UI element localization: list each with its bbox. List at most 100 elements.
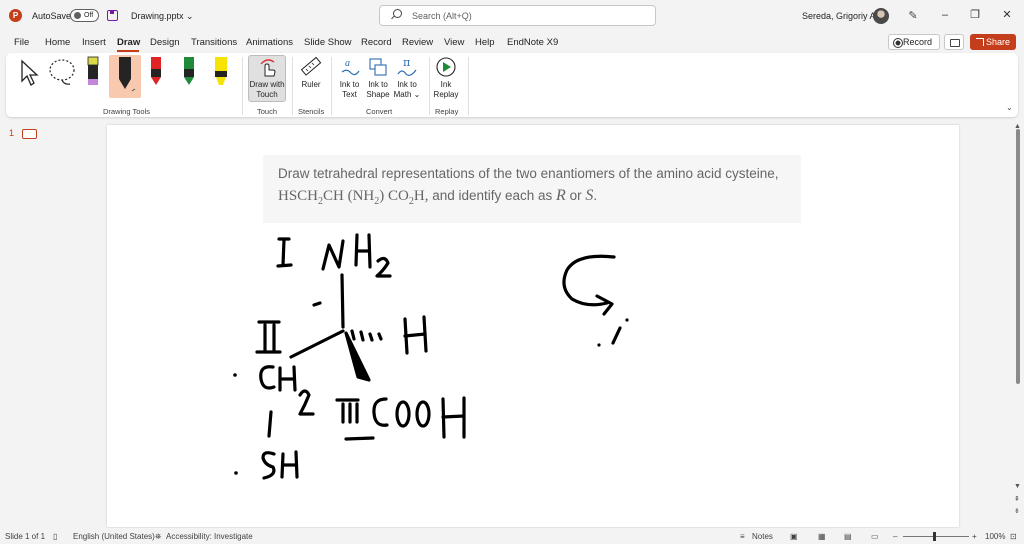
tab-slide-show[interactable]: Slide Show bbox=[304, 37, 352, 48]
ink-stroke bbox=[276, 263, 293, 268]
slide-thumbnail-number: 1 bbox=[9, 128, 15, 138]
collapse-ribbon-icon[interactable]: ⌄ bbox=[1006, 103, 1014, 112]
tab-insert[interactable]: Insert bbox=[82, 37, 106, 48]
powerpoint-logo-icon: P bbox=[9, 9, 22, 22]
normal-view-icon[interactable]: ▣ bbox=[790, 532, 798, 541]
ink-to-text-label: Ink to Text bbox=[336, 80, 363, 100]
tab-record[interactable]: Record bbox=[361, 37, 392, 48]
ink-stroke bbox=[441, 414, 466, 419]
label-line1: Ink to bbox=[397, 80, 417, 89]
tab-transitions[interactable]: Transitions bbox=[191, 37, 237, 48]
tab-help[interactable]: Help bbox=[475, 37, 495, 48]
draw-with-touch-label: Draw with Touch bbox=[247, 80, 287, 100]
ink-stroke bbox=[340, 273, 345, 329]
slide-canvas[interactable]: Draw tetrahedral representations of the … bbox=[107, 125, 959, 527]
user-name[interactable]: Sereda, Grigoriy A bbox=[802, 11, 876, 21]
ribbon-tabs: File Home Insert Draw Design Transitions… bbox=[0, 32, 1024, 52]
search-box[interactable]: Search (Alt+Q) bbox=[379, 5, 656, 26]
ink-dot bbox=[234, 471, 238, 475]
tab-design[interactable]: Design bbox=[150, 37, 180, 48]
minimize-button[interactable]: – bbox=[937, 7, 953, 23]
tab-draw[interactable]: Draw bbox=[117, 37, 140, 48]
svg-text:π: π bbox=[403, 56, 410, 69]
zoom-slider-thumb[interactable] bbox=[933, 532, 936, 541]
label-line2: Text bbox=[342, 90, 357, 99]
pen-green-icon[interactable] bbox=[181, 55, 197, 87]
spellcheck-icon[interactable]: ▯ bbox=[53, 532, 57, 541]
file-name: Drawing.pptx bbox=[131, 11, 184, 21]
notes-button[interactable]: Notes bbox=[752, 532, 773, 541]
scroll-down-icon[interactable]: ▼ bbox=[1014, 483, 1021, 490]
ink-stroke bbox=[298, 389, 315, 416]
highlighter-yellow-icon[interactable] bbox=[84, 55, 102, 89]
previous-slide-icon[interactable]: ⇞ bbox=[1014, 495, 1020, 503]
avatar[interactable] bbox=[873, 8, 889, 24]
reading-view-icon[interactable]: ▤ bbox=[844, 532, 852, 541]
next-slide-icon[interactable]: ⇟ bbox=[1014, 507, 1020, 515]
group-label-convert: Convert bbox=[366, 107, 393, 116]
ink-stroke bbox=[403, 332, 427, 338]
ink-stroke bbox=[395, 400, 411, 428]
tab-endnote[interactable]: EndNote X9 bbox=[507, 37, 558, 48]
zoom-out-button[interactable]: – bbox=[893, 532, 897, 541]
status-bar: Slide 1 of 1 ▯ English (United States) ⛯… bbox=[0, 528, 1024, 544]
slide-thumbnail[interactable] bbox=[22, 129, 37, 139]
label-line1: Ink to bbox=[368, 80, 388, 89]
tab-home[interactable]: Home bbox=[45, 37, 70, 48]
lasso-select-icon[interactable] bbox=[46, 57, 78, 87]
ink-stroke bbox=[321, 239, 345, 271]
vertical-scrollbar[interactable]: ▲ ▼ ⇞ ⇟ bbox=[1013, 123, 1022, 523]
pen-red-icon[interactable] bbox=[148, 55, 164, 87]
tab-view[interactable]: View bbox=[444, 37, 464, 48]
slide-sorter-icon[interactable]: ▦ bbox=[818, 532, 826, 541]
comments-button[interactable] bbox=[944, 34, 964, 50]
ink-replay-label: Ink Replay bbox=[431, 80, 461, 100]
close-button[interactable]: ✕ bbox=[999, 7, 1015, 23]
autosave-toggle[interactable]: Off bbox=[70, 9, 99, 22]
tab-review[interactable]: Review bbox=[402, 37, 433, 48]
record-button[interactable]: Record bbox=[888, 34, 940, 50]
fit-to-window-icon[interactable]: ⊡ bbox=[1010, 532, 1017, 541]
touch-hand-icon bbox=[260, 59, 276, 77]
ink-dots bbox=[233, 318, 629, 475]
share-button[interactable]: Share bbox=[970, 34, 1016, 50]
zoom-level[interactable]: 100% bbox=[985, 532, 1005, 541]
save-icon[interactable] bbox=[107, 10, 118, 21]
highlighter-yellow-2-icon[interactable] bbox=[212, 55, 230, 87]
ink-stroke bbox=[359, 330, 365, 342]
ink-to-text-icon[interactable]: a bbox=[339, 56, 361, 78]
ink-stroke bbox=[312, 301, 322, 307]
pen-black-icon[interactable] bbox=[114, 55, 136, 95]
ink-to-math-icon[interactable]: π bbox=[396, 56, 418, 78]
file-name-dropdown[interactable]: Drawing.pptx ⌄ bbox=[131, 11, 194, 22]
scrollbar-thumb[interactable] bbox=[1016, 129, 1020, 384]
share-label: Share bbox=[986, 37, 1011, 47]
ink-stroke bbox=[261, 451, 276, 480]
label-line2: Touch bbox=[256, 90, 278, 99]
group-label-stencils: Stencils bbox=[298, 107, 325, 116]
slide-counter: Slide 1 of 1 bbox=[5, 532, 46, 541]
ink-stroke bbox=[377, 332, 383, 341]
restore-button[interactable]: ❐ bbox=[967, 7, 983, 23]
label-line1: Ink bbox=[440, 80, 452, 89]
autosave-state: Off bbox=[84, 12, 94, 19]
group-label-drawing-tools: Drawing Tools bbox=[103, 107, 150, 116]
tab-animations[interactable]: Animations bbox=[246, 37, 293, 48]
ribbon-separator bbox=[292, 57, 293, 115]
accessibility-status[interactable]: Accessibility: Investigate bbox=[166, 532, 253, 541]
ink-replay-icon[interactable] bbox=[435, 56, 457, 78]
slideshow-icon[interactable]: ▭ bbox=[871, 532, 879, 541]
ruler-icon[interactable] bbox=[300, 56, 322, 78]
ink-to-shape-icon[interactable] bbox=[367, 56, 389, 78]
zoom-slider[interactable] bbox=[903, 536, 969, 537]
zoom-in-button[interactable]: + bbox=[972, 532, 977, 541]
ink-stroke bbox=[344, 436, 375, 441]
label-line2: Shape bbox=[366, 90, 390, 99]
tab-file[interactable]: File bbox=[14, 37, 29, 48]
ink-stroke bbox=[368, 332, 374, 342]
label-line1: Ink to bbox=[339, 80, 360, 89]
search-placeholder: Search (Alt+Q) bbox=[412, 11, 472, 21]
select-arrow-icon[interactable] bbox=[18, 59, 40, 87]
pen-icon[interactable]: ✎ bbox=[906, 9, 920, 23]
language-status[interactable]: English (United States) bbox=[73, 532, 155, 541]
